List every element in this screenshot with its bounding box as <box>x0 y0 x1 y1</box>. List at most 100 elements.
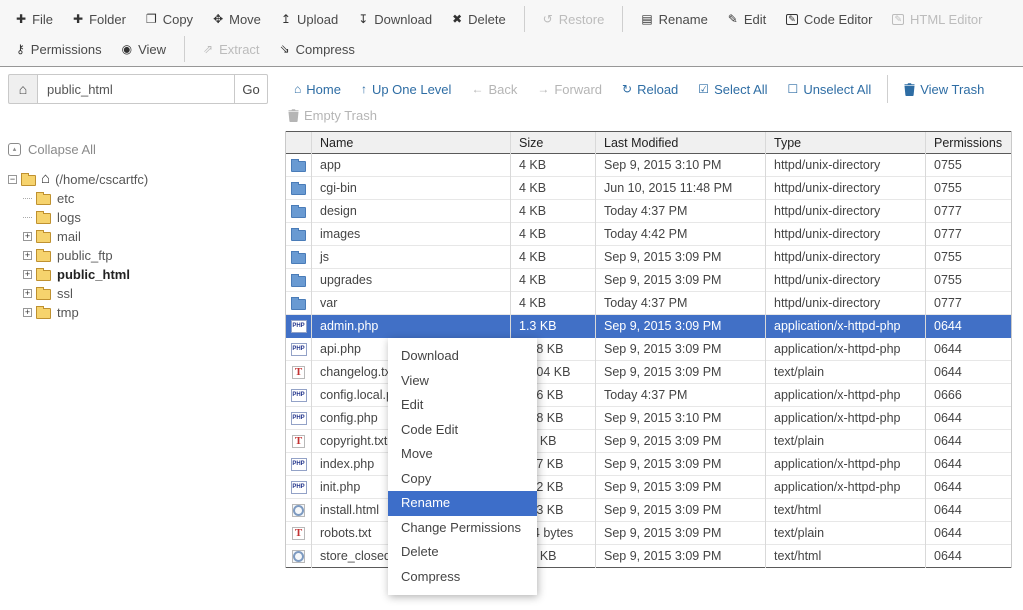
file-icon-cell: PHP <box>286 476 312 499</box>
nav-link-home[interactable]: ⌂Home <box>284 78 351 101</box>
toolbar-button-label: Edit <box>744 12 766 27</box>
file-type: application/x-httpd-php <box>766 338 926 361</box>
file-icon-cell <box>286 246 312 269</box>
toolbar-button-compress[interactable]: ⇘Compress <box>270 38 365 61</box>
toolbar-button-copy[interactable]: ❐Copy <box>136 8 203 31</box>
toolbar-button-code-editor[interactable]: ✎Code Editor <box>776 8 882 31</box>
toolbar-button-extract: ⇗Extract <box>193 38 270 61</box>
nav-link-unselect-all[interactable]: ☐Unselect All <box>778 78 882 101</box>
go-button[interactable]: Go <box>235 74 268 104</box>
table-row-app[interactable]: app4 KBSep 9, 2015 3:10 PMhttpd/unix-dir… <box>286 154 1011 177</box>
table-row-js[interactable]: js4 KBSep 9, 2015 3:09 PMhttpd/unix-dire… <box>286 246 1011 269</box>
file-name: js <box>312 246 511 269</box>
up-arrow-icon: ↑ <box>361 83 367 95</box>
empty-trash-button: Empty Trash <box>288 108 377 123</box>
toolbar-button-download[interactable]: ↧Download <box>348 8 442 31</box>
toolbar-button-html-editor: ✎HTML Editor <box>882 8 992 31</box>
folder-icon <box>291 161 306 172</box>
toolbar-button-file[interactable]: ✚File <box>6 8 63 31</box>
tree-expander-plus-icon[interactable]: + <box>23 289 32 298</box>
tree-item-public-ftp[interactable]: +public_ftp <box>8 246 276 265</box>
tree-item-etc[interactable]: etc <box>8 189 276 208</box>
tree-expander-plus-icon[interactable]: + <box>23 270 32 279</box>
collapse-all-icon: ▴ <box>8 143 21 156</box>
unchecked-box-icon: ☐ <box>788 83 799 95</box>
table-row-upgrades[interactable]: upgrades4 KBSep 9, 2015 3:09 PMhttpd/uni… <box>286 269 1011 292</box>
folder-icon <box>36 251 51 262</box>
column-header-type[interactable]: Type <box>766 132 926 155</box>
home-icon: ⌂ <box>19 81 27 97</box>
file-permissions: 0644 <box>926 499 1011 522</box>
file-modified: Sep 9, 2015 3:09 PM <box>596 476 766 499</box>
context-menu-item-download[interactable]: Download <box>388 344 537 369</box>
directory-tree-sidebar: ▴ Collapse All −⌂(/home/cscartfc)etclogs… <box>8 142 276 322</box>
file-modified: Sep 9, 2015 3:09 PM <box>596 361 766 384</box>
toolbar-button-permissions[interactable]: ⚷Permissions <box>6 38 112 61</box>
file-type: text/plain <box>766 522 926 545</box>
navigation-bar: ⌂ Go ⌂Home↑Up One Level←Back→Forward↻Rel… <box>8 73 1018 105</box>
context-menu-item-change-permissions[interactable]: Change Permissions <box>388 516 537 541</box>
tree-item-ssl[interactable]: +ssl <box>8 284 276 303</box>
context-menu-item-code-edit[interactable]: Code Edit <box>388 418 537 443</box>
context-menu-item-compress[interactable]: Compress <box>388 565 537 590</box>
path-input[interactable] <box>37 74 235 104</box>
nav-link-view-trash[interactable]: View Trash <box>894 78 994 101</box>
context-menu-item-delete[interactable]: Delete <box>388 540 537 565</box>
toolbar-button-delete[interactable]: ✖Delete <box>442 8 516 31</box>
toolbar-button-upload[interactable]: ↥Upload <box>271 8 348 31</box>
context-menu-item-view[interactable]: View <box>388 369 537 394</box>
toolbar-button-label: HTML Editor <box>910 12 982 27</box>
context-menu-item-rename[interactable]: Rename <box>388 491 537 516</box>
toolbar-button-view[interactable]: ◉View <box>112 38 176 61</box>
tree-item-label: (/home/cscartfc) <box>55 172 148 187</box>
toolbar-button-move[interactable]: ✥Move <box>203 8 271 31</box>
collapse-all-button[interactable]: ▴ Collapse All <box>8 142 276 157</box>
table-row-design[interactable]: design4 KBToday 4:37 PMhttpd/unix-direct… <box>286 200 1011 223</box>
tree-item-tmp[interactable]: +tmp <box>8 303 276 322</box>
table-row-var[interactable]: var4 KBToday 4:37 PMhttpd/unix-directory… <box>286 292 1011 315</box>
tree-expander-minus-icon[interactable]: − <box>8 175 17 184</box>
table-row-cgi-bin[interactable]: cgi-bin4 KBJun 10, 2015 11:48 PMhttpd/un… <box>286 177 1011 200</box>
table-header-row: NameSizeLast ModifiedTypePermissions <box>286 131 1011 154</box>
tree-item--home-cscartfc-[interactable]: −⌂(/home/cscartfc) <box>8 170 276 189</box>
nav-link-label: Up One Level <box>372 82 452 97</box>
table-row-images[interactable]: images4 KBToday 4:42 PMhttpd/unix-direct… <box>286 223 1011 246</box>
file-type: application/x-httpd-php <box>766 453 926 476</box>
tree-expander-plus-icon[interactable]: + <box>23 251 32 260</box>
tree-item-mail[interactable]: +mail <box>8 227 276 246</box>
file-permissions: 0755 <box>926 154 1011 177</box>
php-file-icon: PHP <box>291 481 307 494</box>
table-row-admin-php[interactable]: PHPadmin.php1.3 KBSep 9, 2015 3:09 PMapp… <box>286 315 1011 338</box>
column-header-size[interactable]: Size <box>511 132 596 155</box>
file-icon-cell <box>286 200 312 223</box>
path-home-button[interactable]: ⌂ <box>8 74 37 104</box>
file-name: upgrades <box>312 269 511 292</box>
column-header-permissions[interactable]: Permissions <box>926 132 1011 155</box>
file-modified: Jun 10, 2015 11:48 PM <box>596 177 766 200</box>
reload-icon: ↻ <box>622 83 632 95</box>
toolbar-button-edit[interactable]: ✎Edit <box>718 8 776 31</box>
tree-expander-plus-icon[interactable]: + <box>23 308 32 317</box>
php-file-icon: PHP <box>291 389 307 402</box>
folder-icon <box>36 194 51 205</box>
nav-link-up-one-level[interactable]: ↑ Up One Level <box>351 78 462 101</box>
file-modified: Sep 9, 2015 3:09 PM <box>596 522 766 545</box>
toolbar-button-rename[interactable]: ▤Rename <box>631 8 717 31</box>
column-header-last-modified[interactable]: Last Modified <box>596 132 766 155</box>
nav-link-label: Home <box>306 82 341 97</box>
file-permissions: 0755 <box>926 177 1011 200</box>
file-name: design <box>312 200 511 223</box>
php-file-icon: PHP <box>291 320 307 333</box>
tree-item-logs[interactable]: logs <box>8 208 276 227</box>
tree-expander-plus-icon[interactable]: + <box>23 232 32 241</box>
file-size: 4 KB <box>511 154 596 177</box>
tree-item-public-html[interactable]: +public_html <box>8 265 276 284</box>
column-header-name[interactable]: Name <box>312 132 511 155</box>
nav-link-reload[interactable]: ↻Reload <box>612 78 688 101</box>
nav-link-select-all[interactable]: ☑Select All <box>688 78 777 101</box>
context-menu-item-edit[interactable]: Edit <box>388 393 537 418</box>
file-modified: Sep 9, 2015 3:10 PM <box>596 407 766 430</box>
context-menu-item-copy[interactable]: Copy <box>388 467 537 492</box>
toolbar-button-folder[interactable]: ✚Folder <box>63 8 136 31</box>
context-menu-item-move[interactable]: Move <box>388 442 537 467</box>
